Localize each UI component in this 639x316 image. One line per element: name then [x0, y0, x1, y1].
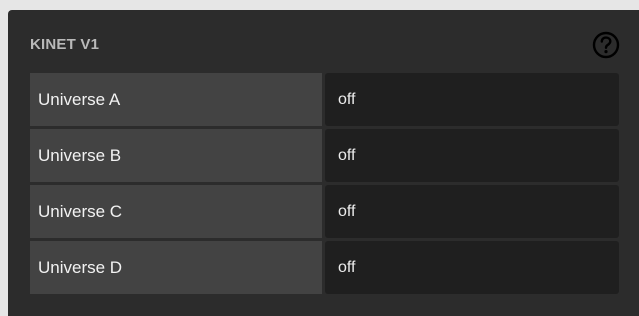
universe-row-a: Universe A off [30, 73, 619, 126]
universe-list: Universe A off Universe B off Universe C… [30, 73, 619, 294]
panel-title: KINET V1 [30, 36, 100, 53]
universe-row-b: Universe B off [30, 129, 619, 182]
universe-row-d: Universe D off [30, 241, 619, 294]
universe-c-value-field[interactable]: off [325, 185, 619, 238]
universe-d-value-field[interactable]: off [325, 241, 619, 294]
universe-row-c: Universe C off [30, 185, 619, 238]
universe-b-value-field[interactable]: off [325, 129, 619, 182]
universe-a-value-field[interactable]: off [325, 73, 619, 126]
help-icon[interactable] [591, 30, 621, 60]
kinet-v1-panel: KINET V1 Universe A off Universe B off U… [8, 10, 639, 316]
universe-d-label: Universe D [30, 241, 322, 294]
universe-a-label: Universe A [30, 73, 322, 126]
universe-b-label: Universe B [30, 129, 322, 182]
universe-c-label: Universe C [30, 185, 322, 238]
